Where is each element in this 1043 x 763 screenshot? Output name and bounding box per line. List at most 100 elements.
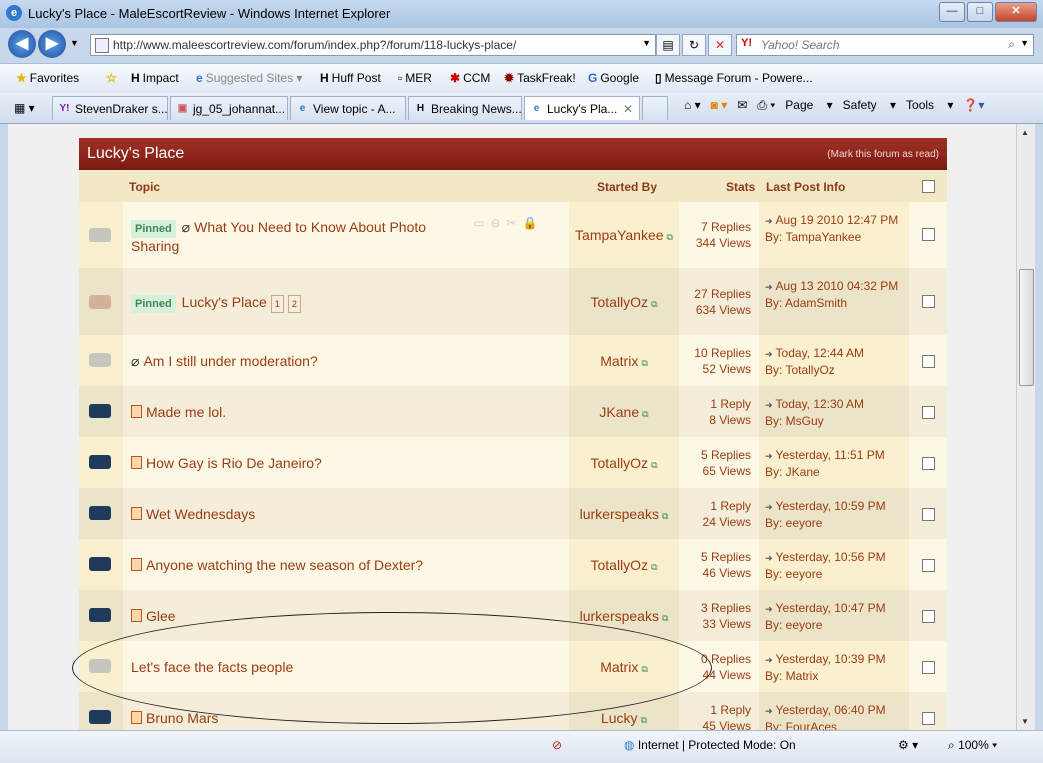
stop-icon[interactable]: ✕ [708, 34, 732, 56]
last-post-info[interactable]: ➜ Yesterday, 10:56 PM By: eeyore [765, 549, 903, 582]
last-post-info[interactable]: ➜ Yesterday, 11:51 PM By: JKane [765, 447, 903, 480]
topic-checkbox[interactable] [922, 457, 935, 470]
go-last-post-icon[interactable]: ➜ [765, 451, 773, 461]
go-last-post-icon[interactable]: ➜ [765, 553, 773, 563]
page-1-link[interactable]: 1 [270, 295, 284, 313]
maximize-button[interactable]: □ [967, 2, 993, 22]
security-zone[interactable]: ◍ Internet | Protected Mode: On [624, 738, 796, 752]
go-last-post-icon[interactable]: ➜ [765, 400, 773, 410]
profile-popup-icon[interactable]: ⧉ [641, 358, 647, 368]
quick-tabs-icon[interactable]: ▦ ▾ [14, 101, 35, 115]
topic-checkbox[interactable] [922, 508, 935, 521]
topic-checkbox[interactable] [922, 661, 935, 674]
topic-starter-link[interactable]: TampaYankee ⧉ [569, 227, 679, 243]
go-last-post-icon[interactable]: ➜ [765, 706, 773, 716]
last-post-info[interactable]: ➜ Yesterday, 10:47 PM By: eeyore [765, 600, 903, 633]
profile-popup-icon[interactable]: ⧉ [662, 511, 668, 521]
tab-luckys-place[interactable]: e Lucky's Pla... ✕ [524, 96, 640, 120]
fav-ccm[interactable]: ✱ CCM [450, 71, 490, 85]
mail-icon[interactable]: ✉ [737, 98, 747, 113]
go-last-post-icon[interactable]: ➜ [765, 502, 773, 512]
refresh-icon[interactable]: ↻ [682, 34, 706, 56]
protected-mode-icon[interactable]: ⚙ ▾ [898, 738, 918, 752]
popup-blocked-icon[interactable]: ⊘ [552, 738, 562, 752]
profile-popup-icon[interactable]: ⧉ [651, 460, 657, 470]
print-icon[interactable]: ⎙ ▾ [757, 98, 775, 113]
fav-mer[interactable]: ▫ MER [398, 71, 432, 85]
last-post-info[interactable]: ➜ Today, 12:44 AM By: TotallyOz [765, 345, 903, 378]
fav-suggested-sites[interactable]: e Suggested Sites ▾ [196, 71, 302, 85]
add-favorite-icon[interactable]: ☆ [106, 71, 120, 85]
col-stats[interactable]: Stats [726, 180, 755, 194]
profile-popup-icon[interactable]: ⧉ [667, 232, 673, 242]
topic-starter-link[interactable]: lurkerspeaks ⧉ [569, 608, 679, 624]
select-all-checkbox[interactable] [922, 180, 935, 193]
profile-popup-icon[interactable]: ⧉ [662, 613, 668, 623]
page-menu[interactable]: Page ▾ [785, 98, 832, 113]
fav-impact[interactable]: H Impact [131, 71, 179, 85]
feeds-icon[interactable]: ◙ ▾ [711, 98, 728, 113]
topic-link[interactable]: Anyone watching the new season of Dexter… [131, 557, 423, 573]
forward-button[interactable]: ▶ [38, 30, 66, 58]
tools-menu[interactable]: Tools ▾ [906, 98, 953, 113]
profile-popup-icon[interactable]: ⧉ [642, 409, 648, 419]
last-post-info[interactable]: ➜ Today, 12:30 AM By: MsGuy [765, 396, 903, 429]
minimize-button[interactable]: — [939, 2, 965, 22]
topic-checkbox[interactable] [922, 355, 935, 368]
fav-message-forum[interactable]: ▯ Message Forum - Powere... [655, 71, 813, 85]
close-tab-icon[interactable]: ✕ [623, 97, 633, 120]
recent-pages-dropdown-icon[interactable]: ▼ [70, 38, 79, 48]
last-post-info[interactable]: ➜ Yesterday, 06:40 PM By: FourAces [765, 702, 903, 730]
go-last-post-icon[interactable]: ➜ [765, 349, 773, 359]
compatibility-view-icon[interactable]: ▤ [656, 34, 680, 56]
last-post-info[interactable]: ➜ Yesterday, 10:59 PM By: eeyore [765, 498, 903, 531]
topic-starter-link[interactable]: TotallyOz ⧉ [569, 557, 679, 573]
vertical-scrollbar[interactable]: ▲ ▼ [1016, 124, 1035, 730]
go-last-post-icon[interactable]: ➜ [765, 655, 773, 665]
tab-stevendraker[interactable]: Y! StevenDraker s... [52, 96, 168, 120]
search-icon[interactable]: ⌕ [1008, 37, 1015, 52]
topic-starter-link[interactable]: Matrix ⧉ [569, 353, 679, 369]
topic-checkbox[interactable] [922, 559, 935, 572]
topic-link[interactable]: Glee [131, 608, 176, 624]
topic-starter-link[interactable]: lurkerspeaks ⧉ [569, 506, 679, 522]
profile-popup-icon[interactable]: ⧉ [651, 299, 657, 309]
scroll-up-icon[interactable]: ▲ [1021, 128, 1029, 137]
last-post-info[interactable]: ➜ Aug 13 2010 04:32 PM By: AdamSmith [765, 278, 903, 311]
topic-link[interactable]: Pinned Lucky's Place 1 2 [131, 294, 301, 313]
mark-forum-read-link[interactable]: (Mark this forum as read) [827, 149, 939, 160]
fav-taskfreak[interactable]: ✹ TaskFreak! [504, 71, 576, 85]
close-window-button[interactable]: ✕ [995, 2, 1037, 22]
topic-checkbox[interactable] [922, 406, 935, 419]
tab-view-topic[interactable]: e View topic - A... [290, 96, 406, 120]
topic-checkbox[interactable] [922, 295, 935, 308]
address-bar[interactable]: http://www.maleescortreview.com/forum/in… [90, 34, 656, 56]
topic-link[interactable]: Made me lol. [131, 404, 226, 420]
col-topic[interactable]: Topic [129, 180, 160, 194]
go-last-post-icon[interactable]: ➜ [765, 216, 773, 226]
topic-checkbox[interactable] [922, 610, 935, 623]
tab-breaking-news[interactable]: H Breaking News... [408, 96, 522, 120]
topic-link[interactable]: Pinned ⌀ What You Need to Know About Photo… [131, 219, 451, 254]
profile-popup-icon[interactable]: ⧉ [651, 562, 657, 572]
safety-menu[interactable]: Safety ▾ [843, 98, 896, 113]
moderation-icons[interactable]: ▭⊖✂🔒 [473, 216, 543, 230]
profile-popup-icon[interactable]: ⧉ [641, 715, 647, 725]
favorites-button[interactable]: ★ Favorites [16, 71, 79, 85]
topic-link[interactable]: ⌀ Am I still under moderation? [131, 353, 318, 369]
topic-starter-link[interactable]: JKane ⧉ [569, 404, 679, 420]
scroll-thumb[interactable] [1019, 269, 1034, 386]
topic-starter-link[interactable]: TotallyOz ⧉ [569, 455, 679, 471]
fav-google[interactable]: G Google [588, 71, 639, 85]
address-dropdown-icon[interactable]: ▼ [642, 38, 651, 48]
topic-checkbox[interactable] [922, 228, 935, 241]
col-started-by[interactable]: Started By [597, 180, 657, 194]
zoom-level[interactable]: ⌕ 100% ▾ [948, 738, 997, 753]
topic-starter-link[interactable]: TotallyOz ⧉ [569, 294, 679, 310]
topic-checkbox[interactable] [922, 712, 935, 725]
help-icon[interactable]: ❓▾ [963, 98, 984, 113]
page-2-link[interactable]: 2 [287, 295, 301, 313]
tab-jg05[interactable]: ▣ jg_05_johannat... [170, 96, 288, 120]
back-button[interactable]: ◀ [8, 30, 36, 58]
search-box[interactable]: Y! Yahoo! Search ⌕ ▼ [736, 34, 1034, 56]
